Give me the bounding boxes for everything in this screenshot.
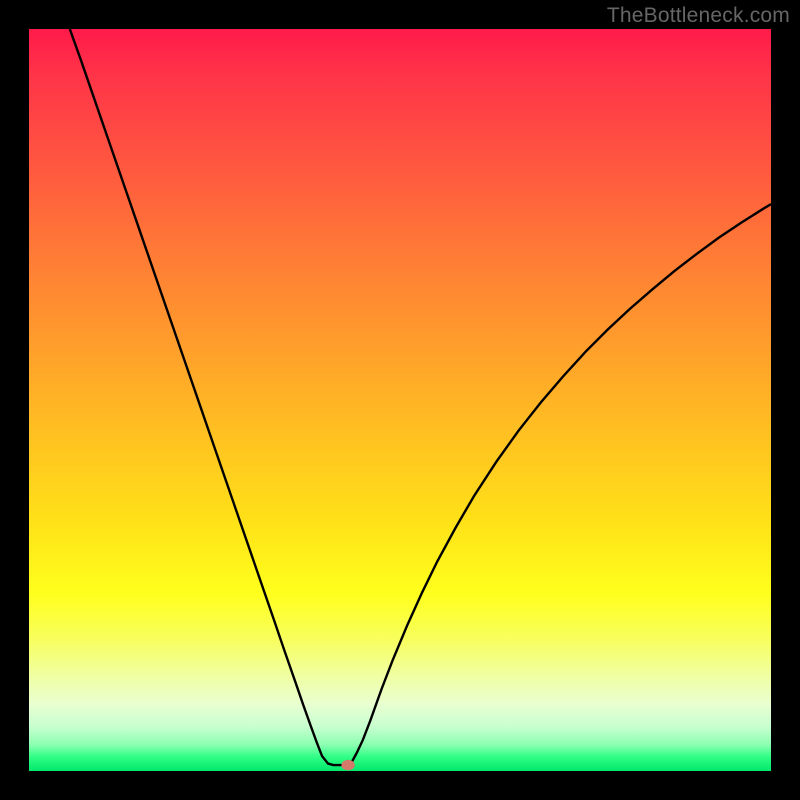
bottleneck-curve <box>70 29 771 765</box>
optimal-marker <box>341 760 354 770</box>
chart-frame <box>29 29 771 771</box>
chart-svg <box>29 29 771 771</box>
watermark-text: TheBottleneck.com <box>607 4 790 28</box>
